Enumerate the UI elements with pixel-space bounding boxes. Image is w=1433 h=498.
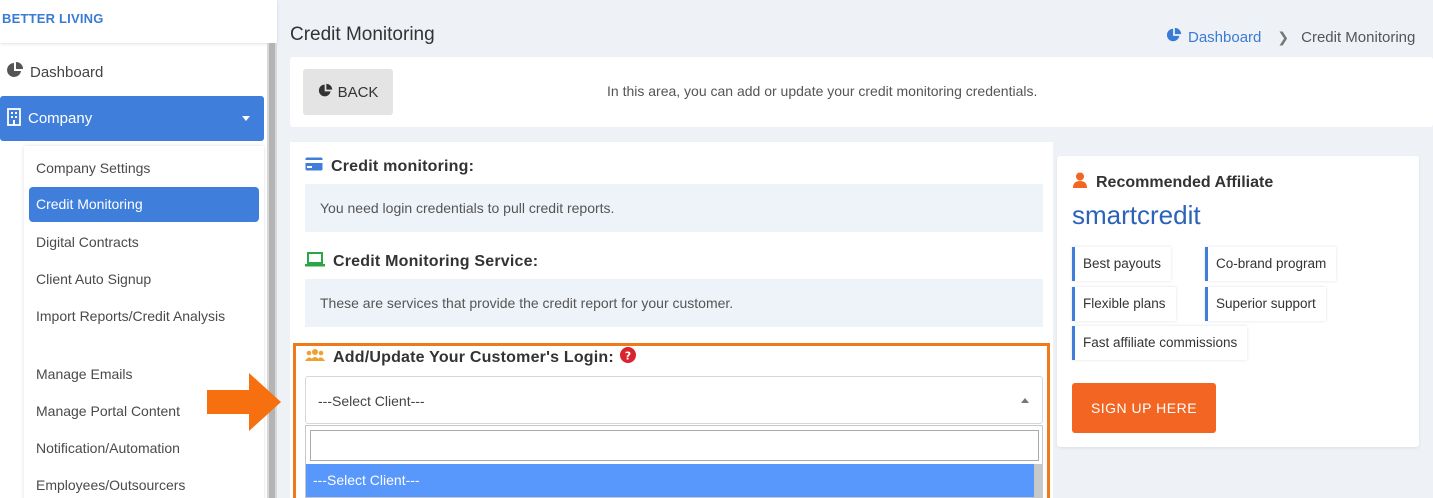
submenu-item-credit-monitoring[interactable]: Credit Monitoring [29,187,259,222]
submenu-item-import-reports[interactable]: Import Reports/Credit Analysis [29,306,229,326]
arrow-right-icon [207,371,283,438]
client-select-dropdown: ---Select Client--- [305,425,1043,498]
sidebar-item-label: Company [28,110,93,127]
brand-logo-text[interactable]: BETTER LIVING [2,11,104,26]
client-search-input[interactable] [310,430,1039,461]
laptop-icon [305,252,325,272]
feature-badge: Best payouts [1072,247,1172,281]
client-select[interactable]: ---Select Client--- [305,376,1043,424]
breadcrumb-dashboard-link[interactable]: Dashboard [1188,29,1261,46]
sidebar-item-company[interactable]: Company [0,96,264,141]
back-button[interactable]: BACK [303,69,393,115]
dropdown-scrollbar[interactable] [1034,464,1042,497]
feature-badge: Flexible plans [1072,287,1176,321]
sign-up-button[interactable]: SIGN UP HERE [1072,383,1216,433]
breadcrumb-current: Credit Monitoring [1301,28,1416,46]
credit-monitoring-description: You need login credentials to pull credi… [305,184,1043,232]
affiliate-brand-name[interactable]: smartcredit [1072,200,1201,231]
credit-card-icon [305,157,323,176]
submenu-item-employees-outsourcers[interactable]: Employees/Outsourcers [29,475,259,495]
submenu-item-digital-contracts[interactable]: Digital Contracts [29,232,259,252]
pie-chart-icon [318,83,333,102]
client-select-value: ---Select Client--- [318,393,425,409]
service-description: These are services that provide the cred… [305,279,1043,327]
user-icon [1072,172,1088,193]
sidebar-item-label: Dashboard [30,63,104,81]
affiliate-heading: Recommended Affiliate [1072,172,1273,193]
caret-up-icon [1021,398,1029,403]
caret-down-icon [242,116,250,121]
service-heading: Credit Monitoring Service: [305,252,538,272]
submenu-item-notification-automation[interactable]: Notification/Automation [29,438,259,458]
submenu-item-company-settings[interactable]: Company Settings [29,158,259,178]
section-title-text: Credit Monitoring Service: [333,253,539,270]
section-title-text: Credit monitoring: [331,157,475,175]
credit-monitoring-heading: Credit monitoring: [305,157,474,176]
intro-card: BACK In this area, you can add or update… [290,57,1433,127]
chevron-right-icon: ❯ [1277,28,1290,45]
pie-chart-icon [6,61,24,83]
recommended-affiliate-card: Recommended Affiliate smartcredit Best p… [1057,156,1419,447]
company-submenu: Company Settings Credit Monitoring Digit… [24,146,264,498]
sidebar-item-dashboard[interactable]: Dashboard [0,55,264,89]
feature-badge: Superior support [1205,287,1326,321]
page-title: Credit Monitoring [290,24,435,45]
feature-badge: Fast affiliate commissions [1072,326,1248,360]
submenu-item-client-auto-signup[interactable]: Client Auto Signup [29,269,259,289]
feature-badge: Co-brand program [1205,247,1337,281]
breadcrumb: Dashboard ❯ Credit Monitoring [1166,27,1415,47]
intro-text: In this area, you can add or update your… [607,83,1038,99]
brand-header: BETTER LIVING [0,0,277,43]
pie-chart-icon [1166,27,1182,47]
dropdown-option[interactable]: ---Select Client--- [306,464,1034,497]
building-icon [6,107,22,130]
affiliate-title-text: Recommended Affiliate [1096,173,1274,191]
back-button-label: BACK [337,83,379,101]
